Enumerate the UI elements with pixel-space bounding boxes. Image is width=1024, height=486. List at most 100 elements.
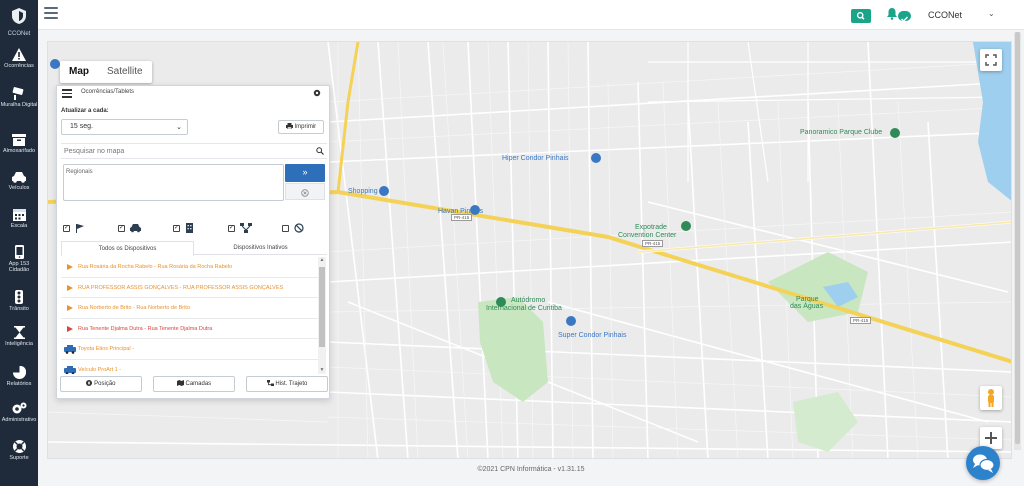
sidebar-item-almoxarifado[interactable]: Almoxarifado [0, 134, 38, 154]
topbar: CCONet ⌄ [38, 0, 1024, 30]
position-button[interactable]: Posição [60, 376, 142, 392]
sidebar-item-inteligencia[interactable]: Inteligência [0, 326, 38, 347]
scrollbar-thumb[interactable] [319, 267, 325, 347]
map-label[interactable]: Hiper Condor Pinhais [502, 155, 569, 162]
alert-icon [12, 48, 26, 61]
apply-regionais-button[interactable]: » [285, 164, 325, 182]
scroll-down-icon[interactable]: ▼ [319, 367, 325, 373]
sidebar-item-transito[interactable]: Trânsito [0, 290, 38, 312]
list-item[interactable]: RUA PROFESSOR ASSIS GONÇALVES - RUA PROF… [61, 278, 318, 298]
map-label[interactable]: Parque [796, 296, 819, 303]
cogs-icon [12, 402, 27, 414]
map-type-tabs: Map Satellite [60, 61, 152, 83]
page-scrollbar[interactable] [1014, 32, 1021, 450]
sidebar-item-label: Almoxarifado [2, 148, 36, 154]
checkbox-checked-icon[interactable]: ✓ [118, 225, 125, 232]
main-content: Hiper Condor Pinhais Panoramico Parque C… [38, 30, 1024, 486]
compass-icon [86, 380, 93, 386]
sidebar-item-escala[interactable]: Escala [0, 208, 38, 229]
chat-button[interactable] [966, 446, 1000, 480]
menu-toggle-button[interactable] [44, 7, 58, 19]
user-name[interactable]: CCONet [928, 10, 962, 20]
sidebar-item-muralha-digital[interactable]: Muralha Digital [0, 86, 38, 108]
flag-icon [67, 264, 73, 270]
search-icon [856, 12, 865, 20]
sidebar-item-ocorrencias[interactable]: Ocorrências [0, 48, 38, 69]
car-icon [12, 172, 26, 183]
map-label[interactable]: Panoramico Parque Clube [800, 129, 882, 136]
tab-satellite[interactable]: Satellite [98, 61, 152, 83]
print-button[interactable]: Imprimir [278, 120, 324, 134]
tab-all-devices[interactable]: Todos os Dispositivos [61, 241, 194, 256]
list-item[interactable]: Rua Norberto de Brito - Rua Norberto de … [61, 298, 318, 319]
page-scrollbar-thumb[interactable] [1015, 32, 1020, 444]
sidebar-item-label: Relatórios [6, 381, 32, 387]
layers-button[interactable]: Camadas [153, 376, 235, 392]
bell-icon[interactable] [886, 8, 898, 20]
map-label[interactable]: Convention Center [618, 232, 676, 239]
clear-icon [301, 189, 309, 197]
tab-map[interactable]: Map [60, 61, 98, 83]
sidebar-item-app-153[interactable]: App 153 Cidadão [0, 245, 38, 273]
regionais-input[interactable]: Regionais [63, 164, 284, 201]
phone-icon [14, 245, 24, 259]
map-label[interactable]: das Águas [790, 303, 823, 310]
search-icon[interactable] [316, 147, 324, 155]
list-item[interactable]: Veículo ProArt 1 - [61, 360, 318, 374]
device-label: Rua Norberto de Brito - Rua Norberto de … [78, 305, 190, 311]
sidebar-logo[interactable]: CCONet [0, 4, 38, 40]
device-list-scrollbar[interactable]: ▲ ▼ [318, 257, 326, 374]
sidebar-item-administrativo[interactable]: Administrativo [0, 402, 38, 423]
camera-icon [12, 87, 24, 100]
checkbox-checked-icon[interactable]: ✓ [173, 225, 180, 232]
gear-icon[interactable] [313, 89, 321, 97]
sidebar-item-label: Suporte [9, 455, 29, 461]
hourglass-icon [13, 326, 25, 339]
panel-header: Ocorrências/Tablets [57, 86, 331, 102]
archive-icon [12, 134, 26, 146]
sidebar-item-label: Veículos [8, 185, 30, 191]
flag-icon [67, 325, 73, 332]
chevron-down-icon[interactable]: ⌄ [988, 9, 995, 18]
route-history-button[interactable]: Hist. Trajeto [246, 376, 328, 392]
map-label[interactable]: Expotrade [635, 224, 667, 231]
map-label[interactable]: Autódromo [511, 297, 545, 304]
notification-check-badge[interactable] [898, 11, 911, 23]
street-view-pegman[interactable] [980, 386, 1002, 410]
sidebar-item-veiculos[interactable]: Veículos [0, 172, 38, 191]
list-item[interactable]: Rua Tenente Djalma Dutra - Rua Tenente D… [61, 319, 318, 339]
sidebar-item-label: Escala [10, 223, 28, 229]
map-label[interactable]: Internacional de Curitiba [486, 305, 562, 312]
sidebar-item-label: Trânsito [9, 306, 29, 312]
list-item[interactable]: Toyota Etios Principal - [61, 339, 318, 360]
checkbox-checked-icon[interactable]: ✓ [228, 225, 235, 232]
map-label[interactable]: Shopping [348, 188, 378, 195]
checkbox-unchecked-icon[interactable] [282, 225, 289, 232]
sidebar-item-label: Muralha Digital [0, 102, 38, 108]
update-interval-select[interactable]: 15 seg. ⌄ [61, 119, 188, 135]
traffic-light-icon [15, 290, 23, 304]
sidebar-item-suporte[interactable]: Suporte [0, 440, 38, 461]
tab-inactive-devices[interactable]: Dispositivos Inativos [194, 241, 327, 255]
sidebar-item-relatorios[interactable]: Relatórios [0, 366, 38, 387]
map-label[interactable]: Super Condor Pinhais [558, 332, 627, 339]
fullscreen-button[interactable] [980, 49, 1002, 71]
position-button-label: Posição [94, 381, 116, 387]
device-label: Toyota Etios Principal - [78, 346, 134, 352]
device-label: Rua Rosária da Rocha Rabelo - Rua Rosári… [78, 264, 233, 270]
printer-icon [285, 123, 293, 130]
lifebuoy-icon [12, 440, 26, 453]
device-list: Rua Rosária da Rocha Rabelo - Rua Rosári… [61, 257, 318, 374]
calendar-icon [12, 209, 26, 221]
checkbox-checked-icon[interactable]: ✓ [63, 225, 70, 232]
sidebar-logo-label: CCONet [7, 31, 31, 37]
clear-regionais-button[interactable] [285, 183, 325, 200]
app-root: CCONet Ocorrências Muralha Digital Almox… [0, 0, 1024, 486]
list-item[interactable]: Rua Rosária da Rocha Rabelo - Rua Rosári… [61, 257, 318, 278]
map-search-input[interactable]: Pesquisar no mapa [61, 143, 327, 159]
panel-menu-button[interactable] [62, 89, 72, 100]
panel-title: Ocorrências/Tablets [81, 89, 135, 95]
search-button[interactable] [851, 9, 871, 23]
scroll-up-icon[interactable]: ▲ [319, 257, 325, 263]
device-label: Veículo ProArt 1 - [78, 366, 122, 373]
